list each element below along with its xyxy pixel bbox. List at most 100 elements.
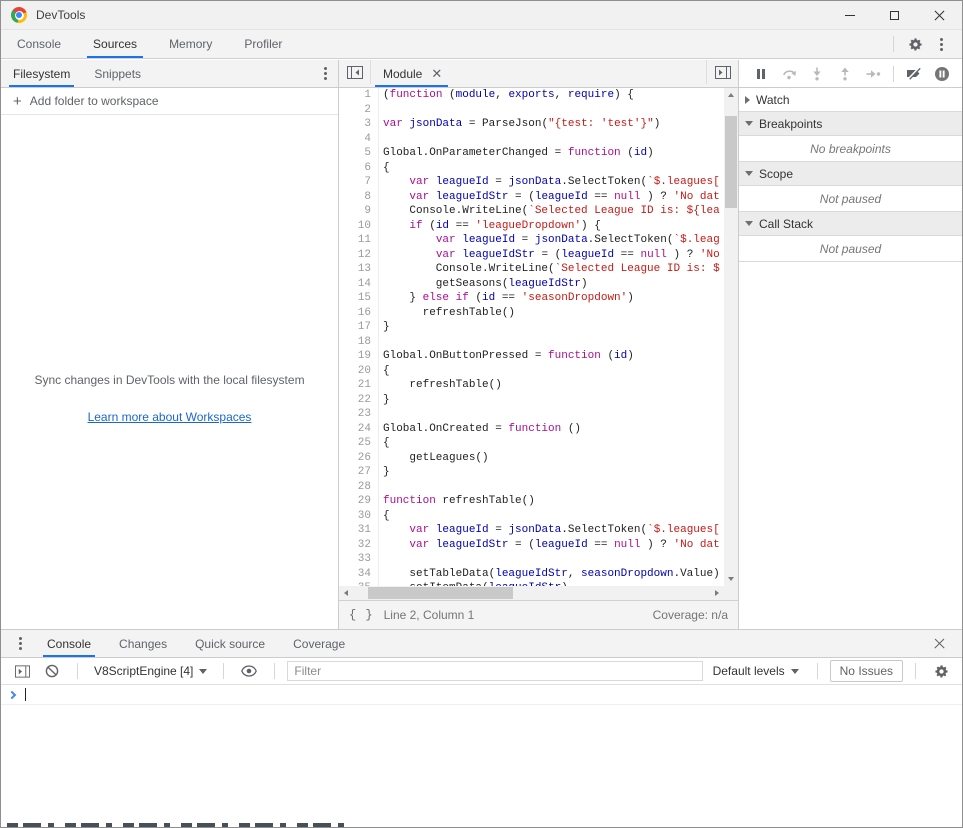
clear-console-icon[interactable] xyxy=(39,659,65,683)
no-issues-button[interactable]: No Issues xyxy=(830,660,903,682)
tab-filesystem[interactable]: Filesystem xyxy=(1,60,82,87)
breakpoints-section-header[interactable]: Breakpoints xyxy=(739,112,962,136)
more-options-icon[interactable] xyxy=(928,32,954,56)
navigator-more-icon[interactable] xyxy=(312,62,338,86)
console-filter-input[interactable] xyxy=(287,661,702,681)
tab-sources[interactable]: Sources xyxy=(77,30,153,58)
line-number[interactable]: 9 xyxy=(339,204,379,219)
line-number[interactable]: 5 xyxy=(339,146,379,161)
line-number[interactable]: 33 xyxy=(339,552,379,567)
drawer-menu-icon[interactable] xyxy=(7,632,33,656)
line-number[interactable]: 20 xyxy=(339,364,379,379)
tab-console[interactable]: Console xyxy=(1,30,77,58)
close-button[interactable] xyxy=(917,1,962,29)
close-icon xyxy=(934,638,945,649)
editor-tab-module[interactable]: Module ✕ xyxy=(371,60,452,87)
live-expression-eye-icon[interactable] xyxy=(236,659,262,683)
tab-profiler[interactable]: Profiler xyxy=(228,30,298,58)
editor-vertical-scrollbar[interactable] xyxy=(724,88,738,586)
tab-snippets[interactable]: Snippets xyxy=(82,60,153,87)
line-number[interactable]: 17 xyxy=(339,320,379,335)
line-number[interactable]: 6 xyxy=(339,161,379,176)
line-number[interactable]: 16 xyxy=(339,306,379,321)
pause-on-exceptions-icon[interactable] xyxy=(930,63,954,85)
drawer-close-button[interactable] xyxy=(926,632,952,656)
line-number[interactable]: 14 xyxy=(339,277,379,292)
settings-gear-icon[interactable] xyxy=(902,32,928,56)
workspaces-learn-more-link[interactable]: Learn more about Workspaces xyxy=(1,410,338,424)
breakpoints-message: No breakpoints xyxy=(739,136,962,162)
line-number[interactable]: 8 xyxy=(339,190,379,205)
debugger-panel: Watch Breakpoints No breakpoints Scope N… xyxy=(739,60,962,629)
scope-section-header[interactable]: Scope xyxy=(739,162,962,186)
line-number[interactable]: 10 xyxy=(339,219,379,234)
code-line-7: 7 var leagueId = jsonData.SelectToken(`$… xyxy=(339,175,724,190)
maximize-button[interactable] xyxy=(872,1,917,29)
hide-navigator-icon[interactable] xyxy=(339,60,371,84)
coverage-status: Coverage: n/a xyxy=(653,608,728,622)
divider xyxy=(274,663,275,679)
line-number[interactable]: 11 xyxy=(339,233,379,248)
code-line-15: 15 } else if (id == 'seasonDropdown') xyxy=(339,291,724,306)
line-number[interactable]: 13 xyxy=(339,262,379,277)
code-line-34: 34 setTableData(leagueIdStr, seasonDropd… xyxy=(339,567,724,582)
editor-horizontal-scrollbar[interactable] xyxy=(339,586,724,600)
line-number[interactable]: 26 xyxy=(339,451,379,466)
show-debugger-icon[interactable] xyxy=(706,60,738,84)
line-number[interactable]: 28 xyxy=(339,480,379,495)
step-icon[interactable] xyxy=(861,63,885,85)
drawer-tabbar: Console Changes Quick source Coverage xyxy=(1,630,962,658)
code-line-21: 21 refreshTable() xyxy=(339,378,724,393)
vertical-scroll-thumb[interactable] xyxy=(725,116,737,208)
line-number[interactable]: 24 xyxy=(339,422,379,437)
add-folder-button[interactable]: + Add folder to workspace xyxy=(1,88,338,115)
line-number[interactable]: 30 xyxy=(339,509,379,524)
line-number[interactable]: 25 xyxy=(339,436,379,451)
deactivate-breakpoints-icon[interactable] xyxy=(902,63,926,85)
line-number[interactable]: 1 xyxy=(339,88,379,103)
pause-script-icon[interactable] xyxy=(749,63,773,85)
code-editor[interactable]: 1(function (module, exports, require) {2… xyxy=(339,88,738,600)
horizontal-scroll-thumb[interactable] xyxy=(368,587,513,599)
pretty-print-icon[interactable]: { } xyxy=(349,608,374,622)
line-number[interactable]: 3 xyxy=(339,117,379,132)
watch-section-header[interactable]: Watch xyxy=(739,88,962,112)
line-number[interactable]: 31 xyxy=(339,523,379,538)
line-number[interactable]: 19 xyxy=(339,349,379,364)
callstack-section-header[interactable]: Call Stack xyxy=(739,212,962,236)
code-line-11: 11 var leagueId = jsonData.SelectToken(`… xyxy=(339,233,724,248)
tab-memory[interactable]: Memory xyxy=(153,30,228,58)
line-number[interactable]: 32 xyxy=(339,538,379,553)
step-into-icon[interactable] xyxy=(805,63,829,85)
line-number[interactable]: 4 xyxy=(339,132,379,147)
line-number[interactable]: 2 xyxy=(339,103,379,118)
line-number[interactable]: 23 xyxy=(339,407,379,422)
line-number[interactable]: 12 xyxy=(339,248,379,263)
drawer-tab-quick-source[interactable]: Quick source xyxy=(181,630,279,657)
line-number[interactable]: 27 xyxy=(339,465,379,480)
line-number[interactable]: 18 xyxy=(339,335,379,350)
console-output[interactable] xyxy=(1,685,962,827)
background-window-sliver xyxy=(7,823,352,827)
code-line-3: 3var jsonData = ParseJson("{test: 'test'… xyxy=(339,117,724,132)
step-out-icon[interactable] xyxy=(833,63,857,85)
tab-close-icon[interactable]: ✕ xyxy=(429,66,444,81)
line-number[interactable]: 29 xyxy=(339,494,379,509)
line-number[interactable]: 21 xyxy=(339,378,379,393)
minimize-button[interactable] xyxy=(827,1,872,29)
code-line-24: 24Global.OnCreated = function () xyxy=(339,422,724,437)
log-levels-selector[interactable]: Default levels xyxy=(707,664,805,678)
console-prompt[interactable] xyxy=(1,685,962,705)
line-number[interactable]: 22 xyxy=(339,393,379,408)
execution-context-selector[interactable]: V8ScriptEngine [4] xyxy=(90,664,211,678)
drawer-tab-coverage[interactable]: Coverage xyxy=(279,630,359,657)
line-number[interactable]: 7 xyxy=(339,175,379,190)
scope-message: Not paused xyxy=(739,186,962,212)
console-settings-gear-icon[interactable] xyxy=(928,659,954,683)
drawer-tab-console[interactable]: Console xyxy=(33,630,105,657)
step-over-icon[interactable] xyxy=(777,63,801,85)
line-number[interactable]: 34 xyxy=(339,567,379,582)
show-console-sidebar-icon[interactable] xyxy=(9,659,35,683)
drawer-tab-changes[interactable]: Changes xyxy=(105,630,181,657)
line-number[interactable]: 15 xyxy=(339,291,379,306)
